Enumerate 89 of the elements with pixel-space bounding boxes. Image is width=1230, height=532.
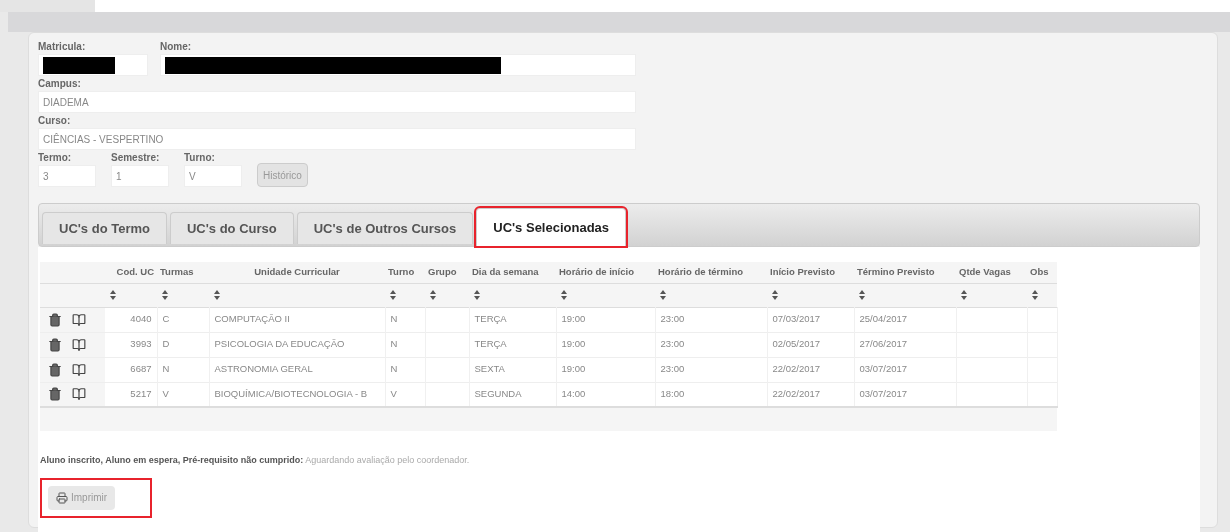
redaction-bar xyxy=(43,56,115,74)
input-field[interactable]: CIÊNCIAS - VESPERTINO xyxy=(38,128,636,150)
table-cell: 19:00 xyxy=(561,338,586,350)
column-header[interactable]: Horário de início xyxy=(556,262,655,283)
table-cell: 19:00 xyxy=(561,313,586,325)
sort-icon[interactable] xyxy=(110,290,116,300)
table-cell: 6687 xyxy=(130,363,152,375)
column-header[interactable]: Obs xyxy=(1027,262,1057,283)
table-cell: 22/02/2017 xyxy=(772,363,821,375)
printer-icon xyxy=(56,491,68,504)
trash-icon[interactable] xyxy=(48,337,62,352)
table-cell: TERÇA xyxy=(474,313,507,325)
column-header[interactable]: Cod. UC xyxy=(105,262,157,283)
table-cell: V xyxy=(162,388,169,400)
tab[interactable]: UC's Selecionadas xyxy=(476,208,627,246)
sort-icon[interactable] xyxy=(561,290,567,300)
trash-icon[interactable] xyxy=(48,362,62,377)
sort-icon[interactable] xyxy=(474,290,480,300)
table-cell: 14:00 xyxy=(561,388,586,400)
input-field[interactable] xyxy=(38,54,148,76)
book-icon[interactable] xyxy=(72,312,86,327)
table-cell: D xyxy=(162,338,170,350)
table-cell: SEGUNDA xyxy=(474,388,522,400)
table-cell: 07/03/2017 xyxy=(772,313,821,325)
sort-icon[interactable] xyxy=(162,290,168,300)
field-label: Nome: xyxy=(160,40,193,54)
table-cell: N xyxy=(390,313,398,325)
table-cell: 23:00 xyxy=(660,363,685,375)
table-cell: 02/05/2017 xyxy=(772,338,821,350)
field-label: Turno: xyxy=(184,151,216,165)
sort-icon[interactable] xyxy=(961,290,967,300)
table-cell: N xyxy=(162,363,170,375)
table-cell: TERÇA xyxy=(474,338,507,350)
field-label: Campus: xyxy=(38,77,82,91)
input-field[interactable]: 1 xyxy=(111,165,169,187)
input-field[interactable]: V xyxy=(184,165,242,187)
tab[interactable]: UC's do Termo xyxy=(42,212,167,244)
table-cell: C xyxy=(162,313,170,325)
table-cell: 4040 xyxy=(130,313,152,325)
table-cell: V xyxy=(390,388,397,400)
table-cell: 3993 xyxy=(130,338,152,350)
field-label: Matricula: xyxy=(38,40,87,54)
table-cell: 19:00 xyxy=(561,363,586,375)
table-cell: N xyxy=(390,363,398,375)
column-header[interactable]: Unidade Curricular xyxy=(209,262,385,283)
table-cell: BIOQUÍMICA/BIOTECNOLOGIA - B xyxy=(214,388,368,400)
table-cell: 18:00 xyxy=(660,388,685,400)
sort-icon[interactable] xyxy=(430,290,436,300)
tab[interactable]: UC's do Curso xyxy=(169,212,294,244)
table-cell: 23:00 xyxy=(660,313,685,325)
sort-icon[interactable] xyxy=(859,290,865,300)
table-cell: 5217 xyxy=(130,388,152,400)
table-cell: PSICOLOGIA DA EDUCAÇÃO xyxy=(214,338,345,350)
column-header[interactable]: Início Previsto xyxy=(767,262,854,283)
book-icon[interactable] xyxy=(72,362,86,377)
table-cell: 23:00 xyxy=(660,338,685,350)
column-header[interactable]: Dia da semana xyxy=(469,262,556,283)
table-cell: COMPUTAÇÃO II xyxy=(214,313,290,325)
field-label: Semestre: xyxy=(111,151,161,165)
column-header[interactable]: Término Previsto xyxy=(854,262,956,283)
sort-icon[interactable] xyxy=(1032,290,1038,300)
sort-icon[interactable] xyxy=(214,290,220,300)
table-cell: 25/04/2017 xyxy=(859,313,908,325)
field-label: Termo: xyxy=(38,151,73,165)
table-cell: N xyxy=(390,338,398,350)
book-icon[interactable] xyxy=(72,387,86,402)
input-field[interactable]: DIADEMA xyxy=(38,91,636,113)
column-header[interactable]: Turmas xyxy=(157,262,209,283)
trash-icon[interactable] xyxy=(48,387,62,402)
tab[interactable]: UC's de Outros Cursos xyxy=(296,212,474,244)
sort-icon[interactable] xyxy=(390,290,396,300)
input-field[interactable]: 3 xyxy=(38,165,96,187)
table-cell: 27/06/2017 xyxy=(859,338,908,350)
status-note: Aluno inscrito, Aluno em espera, Pré-requisito não cumprido: Aguardando avaliação pelo coordenador. xyxy=(40,454,471,467)
table-cell: SEXTA xyxy=(474,363,505,375)
table-cell: ASTRONOMIA GERAL xyxy=(214,363,313,375)
field-label: Curso: xyxy=(38,114,72,128)
column-header[interactable]: Horário de término xyxy=(655,262,767,283)
sort-icon[interactable] xyxy=(660,290,666,300)
table-cell: 22/02/2017 xyxy=(772,388,821,400)
table-cell: 03/07/2017 xyxy=(859,388,908,400)
book-icon[interactable] xyxy=(72,337,86,352)
trash-icon[interactable] xyxy=(48,312,62,327)
input-field[interactable] xyxy=(160,54,636,76)
table-cell: 03/07/2017 xyxy=(859,363,908,375)
column-header[interactable]: Qtde Vagas xyxy=(956,262,1027,283)
column-header[interactable]: Grupo xyxy=(425,262,469,283)
sort-icon[interactable] xyxy=(772,290,778,300)
column-header[interactable]: Turno xyxy=(385,262,425,283)
